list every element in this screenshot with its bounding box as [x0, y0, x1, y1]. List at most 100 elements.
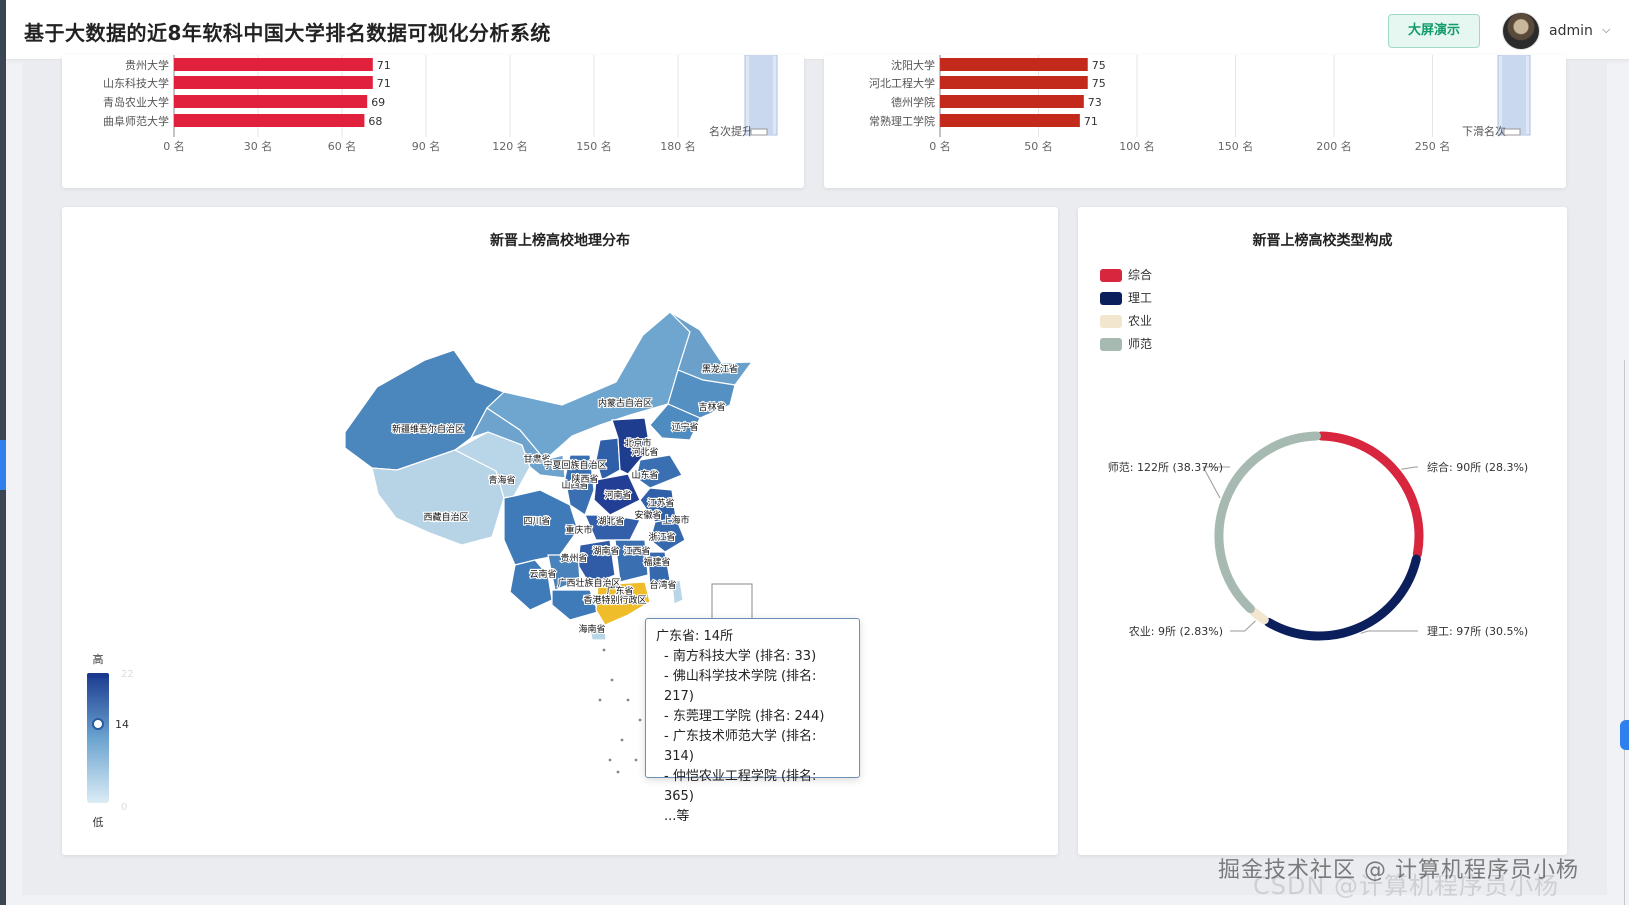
value-label: 75 [1092, 77, 1106, 90]
map-regions [344, 311, 754, 641]
zoom-slider-fill [1502, 55, 1526, 135]
province-label: 浙江省 [648, 531, 675, 543]
province-label: 湖北省 [597, 515, 624, 527]
value-label: 71 [377, 77, 391, 90]
island-dot [620, 738, 624, 742]
province-label: 黑龙江省 [702, 363, 738, 375]
value-label: 71 [1084, 115, 1098, 128]
value-label: 73 [1088, 96, 1102, 109]
category-label: 曲阜师范大学 [103, 114, 169, 128]
bigscreen-button[interactable]: 大屏演示 [1388, 14, 1480, 48]
zoom-slider-fill [749, 55, 773, 135]
bar [940, 95, 1084, 108]
island-dot [608, 758, 612, 762]
province-label: 山东省 [631, 469, 658, 481]
province-label: 海南省 [578, 623, 605, 635]
value-label: 69 [371, 96, 385, 109]
province-label: 台湾省 [649, 579, 676, 591]
bar [940, 114, 1080, 127]
province-label: 江西省 [623, 545, 650, 557]
tooltip-item: - 仲恺农业工程学院 (排名: 365) [664, 769, 817, 804]
island-dot [616, 770, 620, 774]
island-dot [634, 758, 638, 762]
province-label: 重庆市 [565, 524, 592, 536]
province-label: 河南省 [604, 489, 631, 501]
side-drawer-handle[interactable] [1620, 720, 1629, 750]
province-label: 江苏省 [647, 497, 674, 509]
x-tick-label: 60 名 [328, 139, 357, 153]
zoom-slider-handle [750, 128, 768, 136]
x-tick-label: 0 名 [929, 139, 951, 153]
x-tick-label: 150 名 [576, 139, 612, 153]
x-tick-label: 30 名 [244, 139, 273, 153]
nav-active-indicator [0, 440, 6, 490]
category-label: 德州学院 [891, 95, 935, 109]
slice-label: 综合: 90所 (28.3%) [1427, 460, 1528, 474]
bar [174, 114, 365, 127]
avatar[interactable] [1502, 12, 1540, 50]
island-dot [638, 718, 642, 722]
province-label: 福建省 [643, 556, 670, 568]
value-label: 71 [377, 59, 391, 72]
visual-map-current: 14 [115, 718, 129, 731]
falling-rank-chart: 0 名 50 名 100 名 150 名 200 名 250 名 沈阳大学 75 河北工程大学 7… [869, 54, 1531, 153]
tooltip-more: ...等 [664, 809, 690, 824]
left-nav-strip [0, 0, 6, 905]
china-map[interactable]: 黑龙江省内蒙古自治区 吉林省辽宁省新疆维吾尔自治区甘肃省宁夏回族自治区北京市河北省… [62, 207, 1058, 855]
type-donut-chart[interactable]: 综合: 90所 (28.3%) 理工: 97所 (30.5%) 农业: 9所 (2.… [1078, 207, 1567, 855]
slice-label: 农业: 9所 (2.83%) [1129, 624, 1223, 638]
tooltip-item: - 东莞理工学院 (排名: 244) [664, 709, 825, 724]
tooltip-item: - 佛山科学技术学院 (排名: 217) [664, 669, 817, 704]
rising-rank-card: 0 名 30 名 60 名 90 名 120 名 150 名 180 名 贵州大学 71 山东科技… [62, 54, 804, 188]
category-label: 山东科技大学 [103, 76, 169, 90]
watermark-primary: 掘金技术社区 @ 计算机程序员小杨 [1218, 858, 1579, 883]
user-name[interactable]: admin [1549, 23, 1593, 39]
category-label: 沈阳大学 [891, 58, 935, 72]
x-tick-label: 120 名 [492, 139, 528, 153]
value-label: 68 [368, 115, 382, 128]
visual-map-bar [87, 673, 109, 803]
slice-label-line [1360, 630, 1418, 634]
region-yunnan [509, 559, 553, 611]
province-label: 新疆维吾尔自治区 [392, 423, 464, 435]
visual-map-low-label: 低 [93, 816, 104, 829]
value-label: 75 [1092, 59, 1106, 72]
visual-map-high-label: 高 [93, 652, 104, 666]
bar [174, 58, 373, 71]
page-scrollbar-track [1624, 360, 1625, 905]
map-card: 新晋上榜高校地理分布 黑龙江省 内蒙古自治区 吉林省 辽宁省 新疆维吾尔自治区 甘肃省 宁夏… [62, 207, 1058, 855]
donut-slice-理工 [1264, 554, 1421, 641]
province-label: 安徽省 [634, 509, 661, 521]
slider-label: 下滑名次 [1462, 124, 1506, 138]
visual-map-indicator [92, 718, 104, 730]
category-label: 河北工程大学 [869, 76, 935, 90]
bar [940, 58, 1088, 71]
category-label: 青岛农业大学 [103, 95, 169, 109]
falling-rank-card: 0 名 50 名 100 名 150 名 200 名 250 名 沈阳大学 75 河北工程大学 7… [824, 54, 1566, 188]
province-label: 上海市 [662, 514, 689, 526]
province-label: 贵州省 [560, 552, 587, 564]
slice-label: 师范: 122所 (38.37%) [1108, 460, 1223, 474]
zoom-slider-handle [1503, 128, 1521, 136]
slider-label: 名次提升 [709, 124, 753, 138]
category-label: 贵州大学 [125, 58, 169, 72]
visual-map-min: 0 [121, 802, 127, 813]
province-label: 香港特别行政区 [583, 594, 646, 606]
slice-label-line [1230, 620, 1256, 632]
top-header: 基于大数据的近8年软科中国大学排名数据可视化分析系统 大屏演示 admin ⌵ [6, 0, 1629, 60]
slice-label-line [1401, 466, 1418, 470]
province-label: 陕西省 [571, 473, 598, 485]
x-tick-label: 100 名 [1119, 139, 1155, 153]
x-tick-label: 150 名 [1218, 139, 1254, 153]
bar [174, 95, 368, 108]
chevron-down-icon[interactable]: ⌵ [1602, 23, 1610, 37]
x-tick-label: 0 名 [163, 139, 185, 153]
island-dot [626, 698, 630, 702]
tooltip-item: - 广东技术师范大学 (排名: 314) [664, 729, 817, 764]
slice-label: 理工: 97所 (30.5%) [1427, 625, 1528, 638]
province-label: 吉林省 [698, 401, 725, 413]
province-label: 四川省 [523, 515, 550, 527]
x-tick-label: 90 名 [412, 139, 441, 153]
map-tooltip: 广东省: 14所 - 南方科技大学 (排名: 33) - 佛山科学技术学院 (排… [645, 618, 860, 824]
province-label: 宁夏回族自治区 [543, 459, 606, 471]
